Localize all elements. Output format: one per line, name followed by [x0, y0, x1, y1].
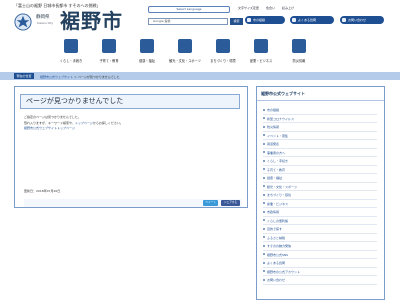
nav-item-childcare[interactable]: 子育て・教育 — [90, 37, 128, 68]
sidebar-item[interactable]: よくある質問 — [263, 259, 377, 268]
sidebar-item[interactable]: 市政情報 — [263, 208, 377, 217]
disaster-icon — [292, 39, 306, 53]
breadcrumb-tag: 現在の位置 — [14, 73, 34, 79]
nav-item-disaster[interactable]: 防災情報 — [280, 37, 318, 68]
search-button[interactable]: 検索 — [230, 18, 243, 25]
medical-cross-icon — [140, 39, 154, 53]
nav-item-tourism[interactable]: 観光・文化・スポーツ — [166, 37, 204, 68]
breadcrumb-path: 裾野市公式ウェブサイト ＞ ページが見つかりませんでした — [40, 74, 120, 79]
city-emblem-icon — [14, 13, 32, 31]
nav-item-town[interactable]: まちづくり・環境 — [204, 37, 242, 68]
sidebar-item[interactable]: 子育て・教育 — [263, 166, 377, 174]
not-found-message: ご指定のページは見つかりませんでした。 恐れ入りますが、キーワード検索や、トップ… — [24, 115, 123, 132]
nav-item-health[interactable]: 健康・福祉 — [128, 37, 166, 68]
logo-english: Susono City — [37, 21, 53, 25]
top-page-link[interactable]: 裾野市公式ウェブサイトトップページ — [24, 126, 123, 132]
sidebar-item[interactable]: 裾野市公式SNS — [263, 251, 377, 259]
prefecture-label: 静岡県 — [36, 15, 50, 20]
color-link[interactable]: 色合い — [266, 6, 275, 10]
facebook-share-button[interactable]: シェアする — [221, 200, 240, 206]
site-header: 「富士山の裾野 日城市長都市 すそのへの挑戦」 静岡県 Susono City … — [0, 0, 400, 35]
sidebar-item[interactable]: くらし・手続き — [263, 157, 377, 166]
mountain-icon — [178, 39, 192, 53]
font-size-link[interactable]: 文字サイズ変更 — [238, 6, 259, 10]
sidebar-item[interactable]: 新型コロナウイルス — [263, 115, 377, 123]
global-nav: くらし・手続き 子育て・教育 健康・福祉 観光・文化・スポーツ まちづくり・環境… — [52, 37, 394, 68]
updated-date: 更新日：2018年07月20日 — [24, 189, 61, 193]
top-page-inline-link[interactable]: トップページ — [75, 121, 93, 125]
org-button[interactable]: 市の組織 — [245, 16, 285, 24]
sidebar-item[interactable]: 裾野市の公式アカウント — [263, 268, 377, 276]
breadcrumb: 現在の位置 裾野市公式ウェブサイト ＞ ページが見つかりませんでした — [0, 72, 400, 80]
sidebar-item[interactable]: すそのの魅力発信 — [263, 242, 377, 251]
sidebar-title: 裾野市公式ウェブサイト — [257, 87, 384, 101]
sidebar: 裾野市公式ウェブサイト 市の組織 新型コロナウイルス 防災情報 イベント・募集 … — [256, 86, 385, 300]
sidebar-item[interactable]: 報道発表 — [263, 140, 377, 149]
person-icon — [64, 39, 78, 53]
sidebar-item[interactable]: まちづくり・環境 — [263, 191, 377, 200]
sidebar-item[interactable]: 目的で探す — [263, 225, 377, 234]
page-title: ページが見つかりませんでした — [20, 94, 240, 109]
sidebar-item[interactable]: 事業者の方へ — [263, 149, 377, 157]
business-icon — [254, 39, 268, 53]
search-input[interactable]: Google 提供 — [148, 18, 228, 25]
read-aloud-link[interactable]: 読み上げ — [282, 6, 294, 10]
sidebar-item[interactable]: お問い合わせ — [263, 276, 377, 285]
nav-item-business[interactable]: 産業・ビジネス — [242, 37, 280, 68]
building-icon — [216, 39, 230, 53]
tweet-button[interactable]: ツイート — [203, 200, 218, 206]
family-icon — [102, 39, 116, 53]
nav-item-living[interactable]: くらし・手続き — [52, 37, 90, 68]
sidebar-item[interactable]: 健康・福祉 — [263, 174, 377, 183]
sidebar-item[interactable]: 観光・文化・スポーツ — [263, 183, 377, 191]
sidebar-item[interactable]: ふるさと納税 — [263, 234, 377, 242]
sidebar-menu: 市の組織 新型コロナウイルス 防災情報 イベント・募集 報道発表 事業者の方へ … — [263, 106, 377, 285]
share-bar: ツイート シェアする — [24, 199, 242, 207]
site-logo[interactable]: 裾野市 — [60, 10, 123, 32]
sidebar-item[interactable]: イベント・募集 — [263, 132, 377, 140]
main-content: ページが見つかりませんでした ご指定のページは見つかりませんでした。 恐れ入りま… — [14, 86, 248, 208]
sidebar-item[interactable]: くらしの便利帳 — [263, 217, 377, 225]
contact-button[interactable]: お問い合わせ — [340, 16, 384, 24]
faq-button[interactable]: よくある質問 — [290, 16, 334, 24]
sidebar-item[interactable]: 産業・ビジネス — [263, 200, 377, 208]
breadcrumb-current: ページが見つかりませんでした — [77, 74, 120, 79]
breadcrumb-home[interactable]: 裾野市公式ウェブサイト — [40, 75, 73, 79]
language-select[interactable]: Select Language — [148, 6, 230, 13]
sidebar-item[interactable]: 防災情報 — [263, 123, 377, 132]
sidebar-item[interactable]: 市の組織 — [263, 106, 377, 115]
